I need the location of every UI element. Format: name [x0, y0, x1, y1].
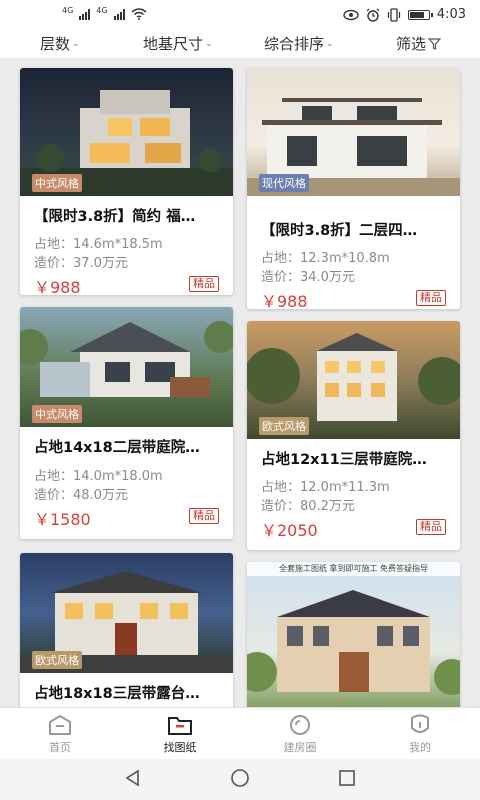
card-area: 占地：12.0m*11.3m — [261, 480, 390, 495]
system-nav-bar — [0, 759, 480, 800]
house-photo: 中式风格 — [20, 68, 233, 196]
filter-floors[interactable]: 层数 ⌄ — [40, 33, 80, 54]
card-area: 占地：12.3m*10.8m — [261, 251, 390, 266]
filter-sort-label: 综合排序 — [264, 35, 325, 53]
vibrate-icon — [387, 7, 400, 22]
tab-find-drawings[interactable]: 找图纸 — [120, 708, 240, 760]
tab-building-circle-label: 建房圈 — [283, 741, 317, 754]
card-cost: 造价：48.0万元 — [34, 488, 128, 503]
card-area: 占地：14.6m*18.5m — [34, 237, 163, 252]
home-icon — [49, 714, 71, 735]
house-card[interactable]: 欧式风格 占地12x11三层带庭院… 占地：12.0m*11.3m 造价：80.… — [247, 321, 460, 550]
tab-find-drawings-label: 找图纸 — [163, 741, 197, 754]
signal-icon-2 — [113, 8, 125, 20]
filter-foundation-size-label: 地基尺寸 — [143, 35, 204, 53]
house-photo: 欧式风格 — [20, 553, 233, 673]
house-card[interactable]: 中式风格 【限时3.8折】简约 福… 占地：14.6m*18.5m 造价：37.… — [20, 68, 233, 295]
filter-screen-button[interactable]: 筛选 — [396, 33, 442, 54]
house-card[interactable]: 欧式风格 占地18x18三层带露台… — [20, 553, 233, 707]
house-photo: 欧式风格 — [247, 321, 460, 439]
style-tag: 中式风格 — [32, 405, 82, 423]
card-title: 【限时3.8折】二层四… — [261, 223, 418, 239]
user-icon — [411, 714, 429, 733]
house-card[interactable]: 中式风格 占地14x18二层带庭院… 占地：14.0m*18.0m 造价：48.… — [20, 307, 233, 539]
home-button[interactable] — [230, 768, 250, 792]
premium-badge: 精品 — [416, 290, 446, 306]
house-photo: 中式风格 — [20, 307, 233, 427]
card-price: ￥988 — [261, 292, 308, 309]
recents-button[interactable] — [337, 768, 357, 792]
house-plan-feed[interactable]: 中式风格 【限时3.8折】简约 福… 占地：14.6m*18.5m 造价：37.… — [0, 59, 480, 707]
tab-profile-label: 我的 — [409, 741, 431, 754]
filter-screen-label: 筛选 — [396, 35, 427, 53]
tab-home-label: 首页 — [49, 741, 71, 754]
tab-home[interactable]: 首页 — [0, 708, 120, 760]
card-cost: 造价：37.0万元 — [34, 256, 128, 271]
status-bar: 4G 4G 4:03 — [0, 0, 480, 30]
eye-icon — [343, 9, 359, 20]
promo-banner: 全套施工图纸 拿到即可施工 免费答疑指导 — [247, 562, 460, 576]
premium-badge: 精品 — [416, 519, 446, 535]
filter-foundation-size[interactable]: 地基尺寸 ⌄ — [143, 33, 213, 54]
card-cost: 造价：34.0万元 — [261, 270, 355, 285]
alarm-icon — [366, 8, 380, 22]
wifi-icon — [131, 8, 147, 20]
card-title: 占地18x18三层带露台… — [34, 686, 200, 702]
home-circle-icon — [231, 768, 249, 787]
card-title: 占地12x11三层带庭院… — [261, 452, 427, 468]
style-tag: 欧式风格 — [32, 651, 82, 669]
card-title: 【限时3.8折】简约 福… — [34, 209, 196, 225]
folder-icon — [168, 717, 192, 735]
battery-icon — [407, 9, 433, 20]
premium-badge: 精品 — [189, 508, 219, 524]
card-area: 占地：14.0m*18.0m — [34, 469, 163, 484]
network-indicator-2: 4G — [96, 5, 108, 15]
card-price: ￥988 — [34, 278, 81, 295]
house-photo: 现代风格 — [247, 68, 460, 196]
house-card[interactable]: 现代风格 【限时3.8折】二层四… 占地：12.3m*10.8m 造价：34.0… — [247, 68, 460, 309]
clock-time: 4:03 — [436, 7, 466, 22]
card-cost: 造价：80.2万元 — [261, 499, 355, 514]
circle-icon — [290, 715, 310, 735]
recents-icon — [338, 769, 355, 786]
back-button[interactable] — [123, 768, 143, 792]
filter-sort[interactable]: 综合排序 ⌄ — [264, 33, 334, 54]
network-indicator-1: 4G — [62, 5, 74, 15]
bottom-tab-bar: 首页 找图纸 建房圈 我的 — [0, 707, 480, 760]
house-card[interactable]: 全套施工图纸 拿到即可施工 免费答疑指导 — [247, 562, 460, 707]
tab-building-circle[interactable]: 建房圈 — [240, 708, 360, 760]
card-title: 占地14x18二层带庭院… — [34, 440, 200, 456]
house-photo: 全套施工图纸 拿到即可施工 免费答疑指导 — [247, 562, 460, 707]
tab-profile[interactable]: 我的 — [360, 708, 480, 760]
chevron-down-icon: ⌄ — [326, 38, 334, 49]
style-tag: 欧式风格 — [259, 417, 309, 435]
chevron-down-icon: ⌄ — [205, 38, 213, 49]
back-icon — [125, 769, 140, 786]
filter-bar: 层数 ⌄ 地基尺寸 ⌄ 综合排序 ⌄ 筛选 — [0, 30, 480, 59]
filter-floors-label: 层数 — [40, 35, 71, 53]
chevron-down-icon: ⌄ — [72, 38, 80, 49]
style-tag: 中式风格 — [32, 174, 82, 192]
card-price: ￥1580 — [34, 510, 91, 529]
signal-icon — [79, 8, 91, 20]
premium-badge: 精品 — [189, 276, 219, 292]
card-price: ￥2050 — [261, 521, 318, 540]
filter-icon — [428, 37, 442, 50]
style-tag: 现代风格 — [259, 174, 309, 192]
